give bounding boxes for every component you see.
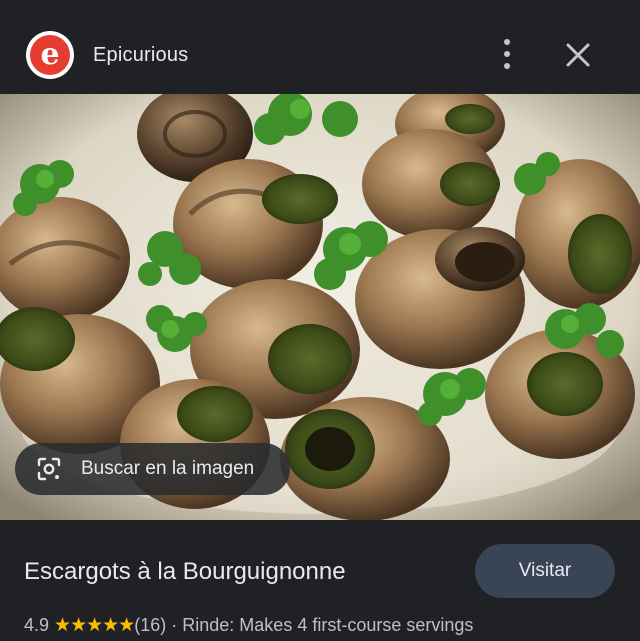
meta-separator: · xyxy=(171,615,178,635)
result-title[interactable]: Escargots à la Bourguignonne xyxy=(24,558,346,586)
more-vert-icon[interactable] xyxy=(493,38,521,72)
lens-icon xyxy=(37,457,61,481)
search-in-image-button[interactable]: Buscar en la imagen xyxy=(15,443,290,495)
result-meta: 4.9 ★★★★★(16) · Rinde: Makes 4 first-cou… xyxy=(24,614,473,637)
rating-stars: ★★★★★ xyxy=(54,615,135,636)
site-name[interactable]: Epicurious xyxy=(93,44,188,67)
site-logo[interactable]: e xyxy=(26,31,74,79)
logo-letter: e xyxy=(30,35,70,75)
header-bar: e Epicurious xyxy=(0,12,640,94)
recipe-yield: Rinde: Makes 4 first-course servings xyxy=(182,615,474,635)
visit-button[interactable]: Visitar xyxy=(475,544,615,598)
rating-value: 4.9 xyxy=(24,615,50,635)
status-bar xyxy=(0,0,640,12)
close-icon[interactable] xyxy=(561,38,595,72)
review-count: (16) xyxy=(134,615,167,635)
search-in-image-label: Buscar en la imagen xyxy=(81,458,255,479)
